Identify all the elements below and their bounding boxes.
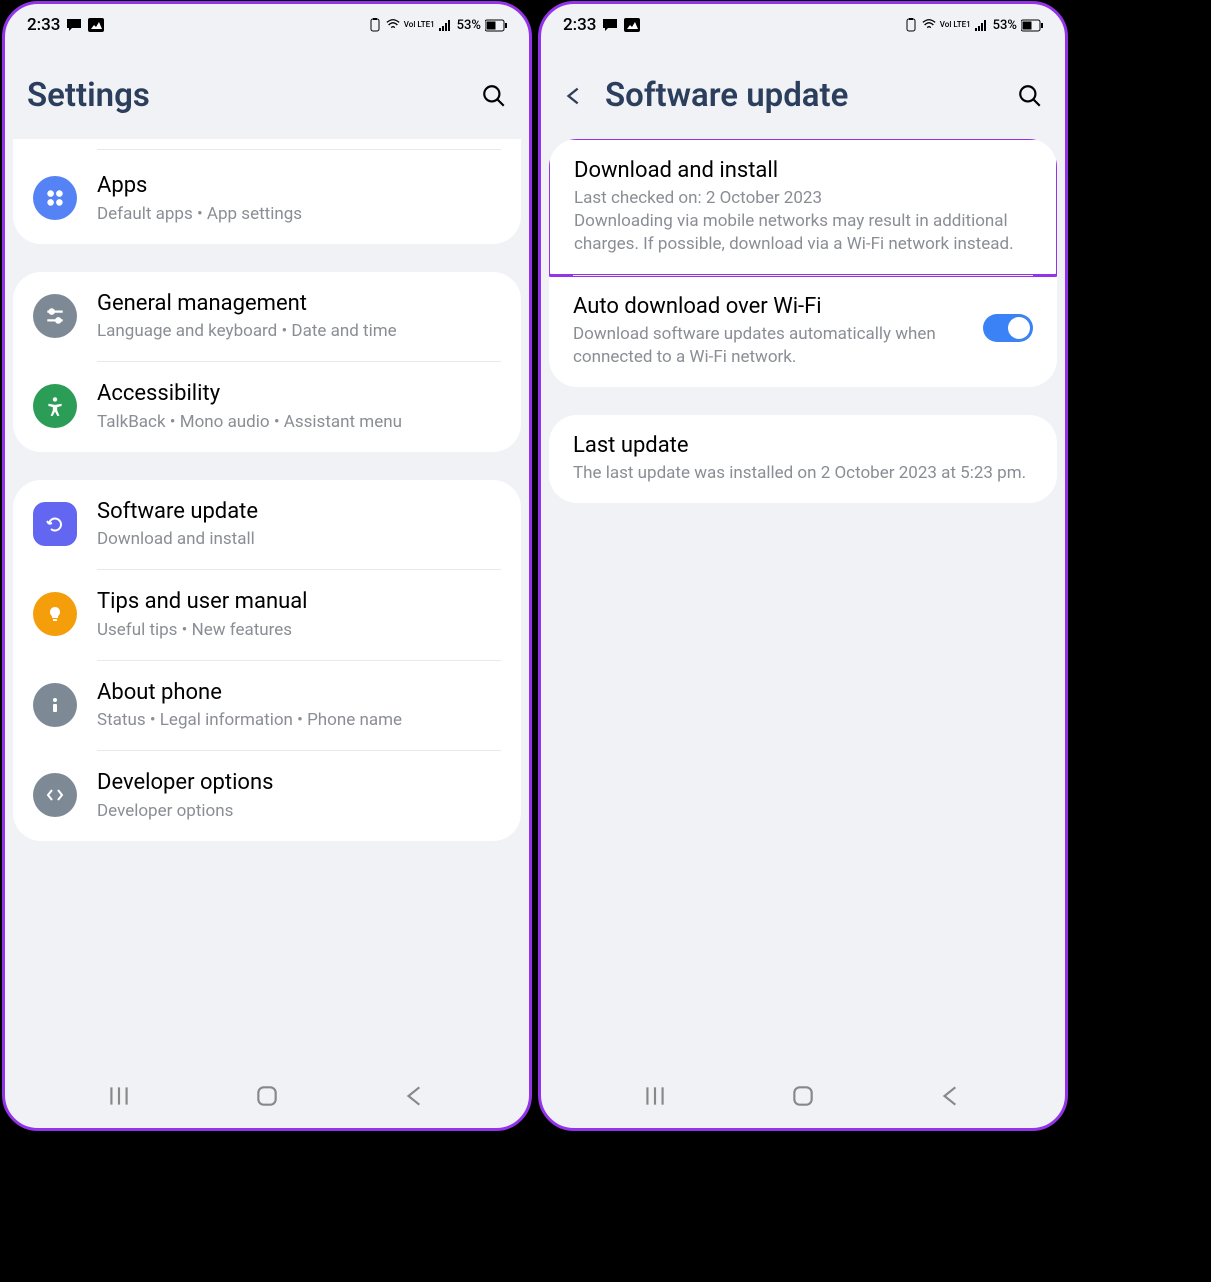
battery-saver-icon — [904, 18, 918, 32]
nav-back[interactable] — [938, 1083, 964, 1113]
image-icon — [88, 18, 104, 32]
settings-card-1: Apps Default apps • App settings — [13, 139, 521, 244]
lightbulb-icon — [33, 592, 77, 636]
item-title: Auto download over Wi-Fi — [573, 294, 963, 319]
item-sub: Language and keyboard • Date and time — [97, 320, 501, 343]
battery-percent: 53% — [457, 18, 481, 33]
item-sub: Last checked on: 2 October 2023 Download… — [574, 187, 1032, 256]
auto-download-toggle[interactable] — [983, 314, 1033, 342]
item-sub: Default apps • App settings — [97, 203, 501, 226]
header: Settings — [5, 46, 529, 139]
wifi-icon — [922, 18, 936, 32]
nav-back[interactable] — [402, 1083, 428, 1113]
update-icon — [33, 502, 77, 546]
settings-screen: 2:33 Vol LTE1 53% Settings Apps Default … — [2, 1, 532, 1131]
settings-card-3: Software update Download and install Tip… — [13, 480, 521, 841]
chat-icon — [66, 18, 82, 32]
nav-recent[interactable] — [106, 1083, 132, 1113]
chat-icon — [602, 18, 618, 32]
nav-bar — [541, 1068, 1065, 1128]
status-bar: 2:33 Vol LTE1 53% — [5, 4, 529, 46]
item-sub: Useful tips • New features — [97, 619, 501, 642]
item-title: Accessibility — [97, 380, 501, 409]
nav-recent[interactable] — [642, 1083, 668, 1113]
search-icon[interactable] — [481, 83, 507, 109]
item-sub: Status • Legal information • Phone name — [97, 709, 501, 732]
item-title: Software update — [97, 498, 501, 527]
nav-home[interactable] — [790, 1083, 816, 1113]
item-title: Last update — [573, 433, 1033, 458]
item-title: Download and install — [574, 158, 1032, 183]
search-icon[interactable] — [1017, 83, 1043, 109]
status-bar: 2:33 Vol LTE1 53% — [541, 4, 1065, 46]
settings-item-general[interactable]: General management Language and keyboard… — [13, 272, 521, 362]
status-time: 2:33 — [27, 15, 60, 35]
software-update-screen: 2:33 Vol LTE1 53% Software update Downlo… — [538, 1, 1068, 1131]
battery-icon — [1021, 19, 1043, 32]
item-sub: Developer options — [97, 800, 501, 823]
battery-percent: 53% — [993, 18, 1017, 33]
image-icon — [624, 18, 640, 32]
settings-item-about[interactable]: About phone Status • Legal information •… — [13, 661, 521, 751]
nav-home[interactable] — [254, 1083, 280, 1113]
volte-label: Vol LTE1 — [940, 21, 971, 28]
settings-item-software-update[interactable]: Software update Download and install — [13, 480, 521, 570]
item-title: Apps — [97, 172, 501, 201]
update-card-1: Download and install Last checked on: 2 … — [549, 139, 1057, 387]
battery-saver-icon — [368, 18, 382, 32]
settings-item-accessibility[interactable]: Accessibility TalkBack • Mono audio • As… — [13, 362, 521, 452]
download-install-item[interactable]: Download and install Last checked on: 2 … — [549, 139, 1057, 277]
apps-icon — [33, 176, 77, 220]
settings-item-developer[interactable]: Developer options Developer options — [13, 751, 521, 841]
item-title: Developer options — [97, 769, 501, 798]
wifi-icon — [386, 18, 400, 32]
header: Software update — [541, 46, 1065, 139]
signal-icon — [975, 18, 989, 32]
item-title: About phone — [97, 679, 501, 708]
update-card-2: Last update The last update was installe… — [549, 415, 1057, 503]
item-title: Tips and user manual — [97, 588, 501, 617]
item-sub: Download software updates automatically … — [573, 323, 963, 369]
item-sub: Download and install — [97, 528, 501, 551]
page-title: Software update — [605, 76, 997, 115]
sliders-icon — [33, 294, 77, 338]
page-title: Settings — [27, 76, 461, 115]
back-icon[interactable] — [563, 85, 585, 107]
code-icon — [33, 773, 77, 817]
item-sub: TalkBack • Mono audio • Assistant menu — [97, 411, 501, 434]
signal-icon — [439, 18, 453, 32]
nav-bar — [5, 1068, 529, 1128]
settings-card-2: General management Language and keyboard… — [13, 272, 521, 452]
item-title: General management — [97, 290, 501, 319]
status-time: 2:33 — [563, 15, 596, 35]
info-icon — [33, 683, 77, 727]
item-sub: The last update was installed on 2 Octob… — [573, 462, 1033, 485]
volte-label: Vol LTE1 — [404, 21, 435, 28]
auto-download-item[interactable]: Auto download over Wi-Fi Download softwa… — [549, 276, 1057, 387]
battery-icon — [485, 19, 507, 32]
settings-item-tips[interactable]: Tips and user manual Useful tips • New f… — [13, 570, 521, 660]
accessibility-icon — [33, 384, 77, 428]
settings-item-apps[interactable]: Apps Default apps • App settings — [13, 154, 521, 244]
last-update-item[interactable]: Last update The last update was installe… — [549, 415, 1057, 503]
